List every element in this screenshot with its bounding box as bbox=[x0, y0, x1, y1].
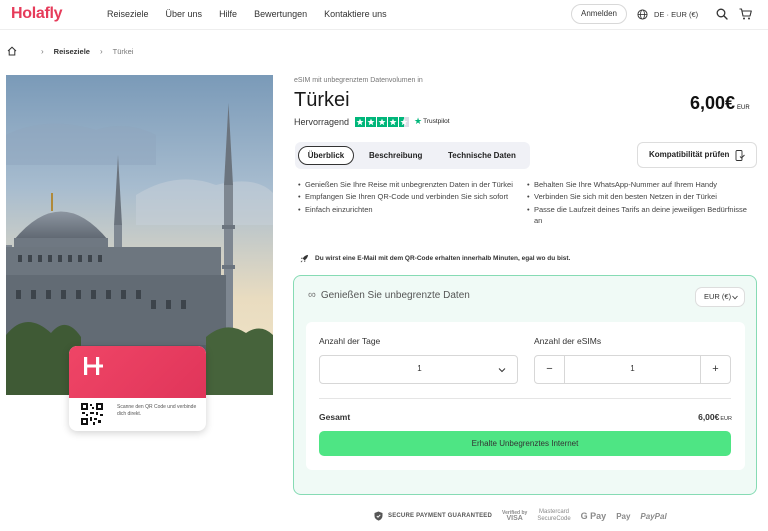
days-label: Anzahl der Tage bbox=[319, 336, 381, 346]
product-tabs: Überblick Beschreibung Technische Daten bbox=[295, 142, 530, 169]
shield-icon bbox=[374, 511, 383, 521]
rating: Hervorragend ★ Trustpilot bbox=[294, 116, 450, 127]
product-subtitle: eSIM mit unbegrenztem Datenvolumen in bbox=[294, 77, 423, 84]
home-icon[interactable] bbox=[7, 46, 17, 56]
nav-kontakt[interactable]: Kontaktiere uns bbox=[324, 9, 387, 19]
apple-pay-logo: Pay bbox=[616, 512, 630, 521]
feature-item: Passe die Laufzeit deines Tarifs an dein… bbox=[527, 205, 752, 227]
breadcrumb-separator: › bbox=[41, 46, 44, 56]
star-icon bbox=[355, 116, 366, 127]
trustpilot-logo[interactable]: ★ Trustpilot bbox=[414, 116, 450, 127]
breadcrumb: › Reiseziele › Türkei bbox=[7, 46, 133, 56]
product-price: 6,00€ EUR bbox=[690, 93, 750, 114]
rating-label: Hervorragend bbox=[294, 116, 350, 127]
compatibility-label: Kompatibilität prüfen bbox=[649, 150, 730, 159]
email-note: Du wirst eine E-Mail mit dem QR-Code erh… bbox=[300, 254, 570, 263]
tab-beschreibung[interactable]: Beschreibung bbox=[369, 146, 422, 165]
esims-value[interactable]: 1 bbox=[565, 364, 700, 373]
trustpilot-label: Trustpilot bbox=[423, 118, 450, 125]
search-icon[interactable] bbox=[716, 8, 728, 20]
esim-card-text: Scanne den QR Code und verbinde dich dir… bbox=[117, 404, 197, 417]
google-pay-logo: G Pay bbox=[580, 511, 607, 521]
total-label: Gesamt bbox=[319, 412, 351, 422]
buy-button[interactable]: Erhalte Unbegrenztes Internet bbox=[319, 431, 731, 456]
chevron-down-icon bbox=[498, 368, 506, 373]
holafly-logo[interactable]: Holafly bbox=[11, 5, 63, 23]
esims-stepper: − 1 + bbox=[534, 355, 731, 384]
product-title: Türkei bbox=[294, 89, 350, 111]
breadcrumb-current: Türkei bbox=[112, 46, 134, 56]
breadcrumb-separator: › bbox=[99, 46, 103, 56]
main-nav: Reiseziele Über uns Hilfe Bewertungen Ko… bbox=[107, 9, 404, 19]
esims-decrement-button[interactable]: − bbox=[535, 356, 565, 383]
booking-box: ∞ Genießen Sie unbegrenzte Daten EUR (€)… bbox=[293, 275, 757, 495]
nav-bewertungen[interactable]: Bewertungen bbox=[254, 9, 307, 19]
verified-by-visa-logo: Verified by VISA bbox=[502, 510, 527, 522]
phone-check-icon bbox=[735, 150, 745, 161]
feature-item: Empfangen Sie Ihren QR-Code und verbinde… bbox=[298, 192, 518, 203]
days-select[interactable]: 1 bbox=[319, 355, 518, 384]
qr-code-icon bbox=[81, 403, 103, 425]
paypal-logo: PayPal bbox=[640, 511, 667, 521]
features-left: Genießen Sie Ihre Reise mit unbegrenzten… bbox=[298, 180, 518, 217]
mastercard-label: Mastercard bbox=[538, 509, 569, 515]
cart-icon[interactable] bbox=[739, 8, 752, 20]
visa-label: VISA bbox=[506, 515, 523, 522]
booking-heading-text: Genießen Sie unbegrenzte Daten bbox=[320, 289, 470, 301]
currency-select[interactable]: EUR (€) bbox=[695, 287, 745, 307]
infinity-icon: ∞ bbox=[308, 289, 316, 301]
nav-hilfe[interactable]: Hilfe bbox=[219, 9, 237, 19]
total-value: 6,00€ bbox=[698, 412, 720, 422]
features-right: Behalten Sie Ihre WhatsApp-Nummer auf Ih… bbox=[527, 180, 752, 228]
trustpilot-star-icon: ★ bbox=[414, 116, 423, 126]
payment-methods: SECURE PAYMENT GUARANTEED Verified by VIS… bbox=[374, 509, 677, 523]
nav-reiseziele[interactable]: Reiseziele bbox=[107, 9, 149, 19]
nav-ueber-uns[interactable]: Über uns bbox=[166, 9, 203, 19]
star-icon bbox=[388, 116, 399, 127]
mastercard-securecode-logo: Mastercard SecureCode bbox=[537, 509, 570, 523]
site-header: Holafly Reiseziele Über uns Hilfe Bewert… bbox=[0, 0, 768, 30]
total-currency: EUR bbox=[720, 416, 732, 422]
securecode-label: SecureCode bbox=[537, 516, 571, 522]
total-price: 6,00€EUR bbox=[698, 412, 732, 422]
star-icon bbox=[377, 116, 388, 127]
booking-form: Anzahl der Tage Anzahl der eSIMs 1 − 1 +… bbox=[306, 322, 745, 470]
breadcrumb-reiseziele[interactable]: Reiseziele bbox=[54, 47, 90, 56]
apple-pay-label: Pay bbox=[616, 511, 631, 521]
login-button[interactable]: Anmelden bbox=[571, 4, 627, 24]
compatibility-button[interactable]: Kompatibilität prüfen bbox=[637, 142, 757, 168]
holafly-h-icon bbox=[84, 357, 103, 375]
star-half-icon bbox=[399, 116, 410, 127]
currency-select-value: EUR (€) bbox=[704, 292, 732, 301]
price-currency: EUR bbox=[737, 105, 750, 111]
esims-label: Anzahl der eSIMs bbox=[534, 336, 602, 346]
feature-item: Verbinden Sie sich mit den besten Netzen… bbox=[527, 192, 752, 203]
divider bbox=[319, 398, 731, 399]
rating-stars bbox=[355, 116, 410, 127]
rocket-icon bbox=[300, 254, 309, 263]
esims-increment-button[interactable]: + bbox=[700, 356, 730, 383]
email-note-text: Du wirst eine E-Mail mit dem QR-Code erh… bbox=[315, 255, 571, 262]
tab-ueberblick[interactable]: Überblick bbox=[298, 146, 354, 165]
feature-item: Behalten Sie Ihre WhatsApp-Nummer auf Ih… bbox=[527, 180, 752, 191]
days-value: 1 bbox=[417, 364, 422, 373]
locale-selector[interactable]: DE · EUR (€) bbox=[654, 10, 698, 19]
secure-payment-text: SECURE PAYMENT GUARANTEED bbox=[388, 513, 493, 519]
price-value: 6,00€ bbox=[690, 93, 736, 113]
chevron-down-icon bbox=[732, 295, 738, 300]
globe-icon[interactable] bbox=[637, 9, 648, 20]
star-icon bbox=[366, 116, 377, 127]
esim-card: Scanne den QR Code und verbinde dich dir… bbox=[69, 346, 206, 431]
booking-heading: ∞ Genießen Sie unbegrenzte Daten bbox=[308, 289, 470, 301]
tab-technische-daten[interactable]: Technische Daten bbox=[448, 146, 516, 165]
feature-item: Einfach einzurichten bbox=[298, 205, 518, 216]
feature-item: Genießen Sie Ihre Reise mit unbegrenzten… bbox=[298, 180, 518, 191]
